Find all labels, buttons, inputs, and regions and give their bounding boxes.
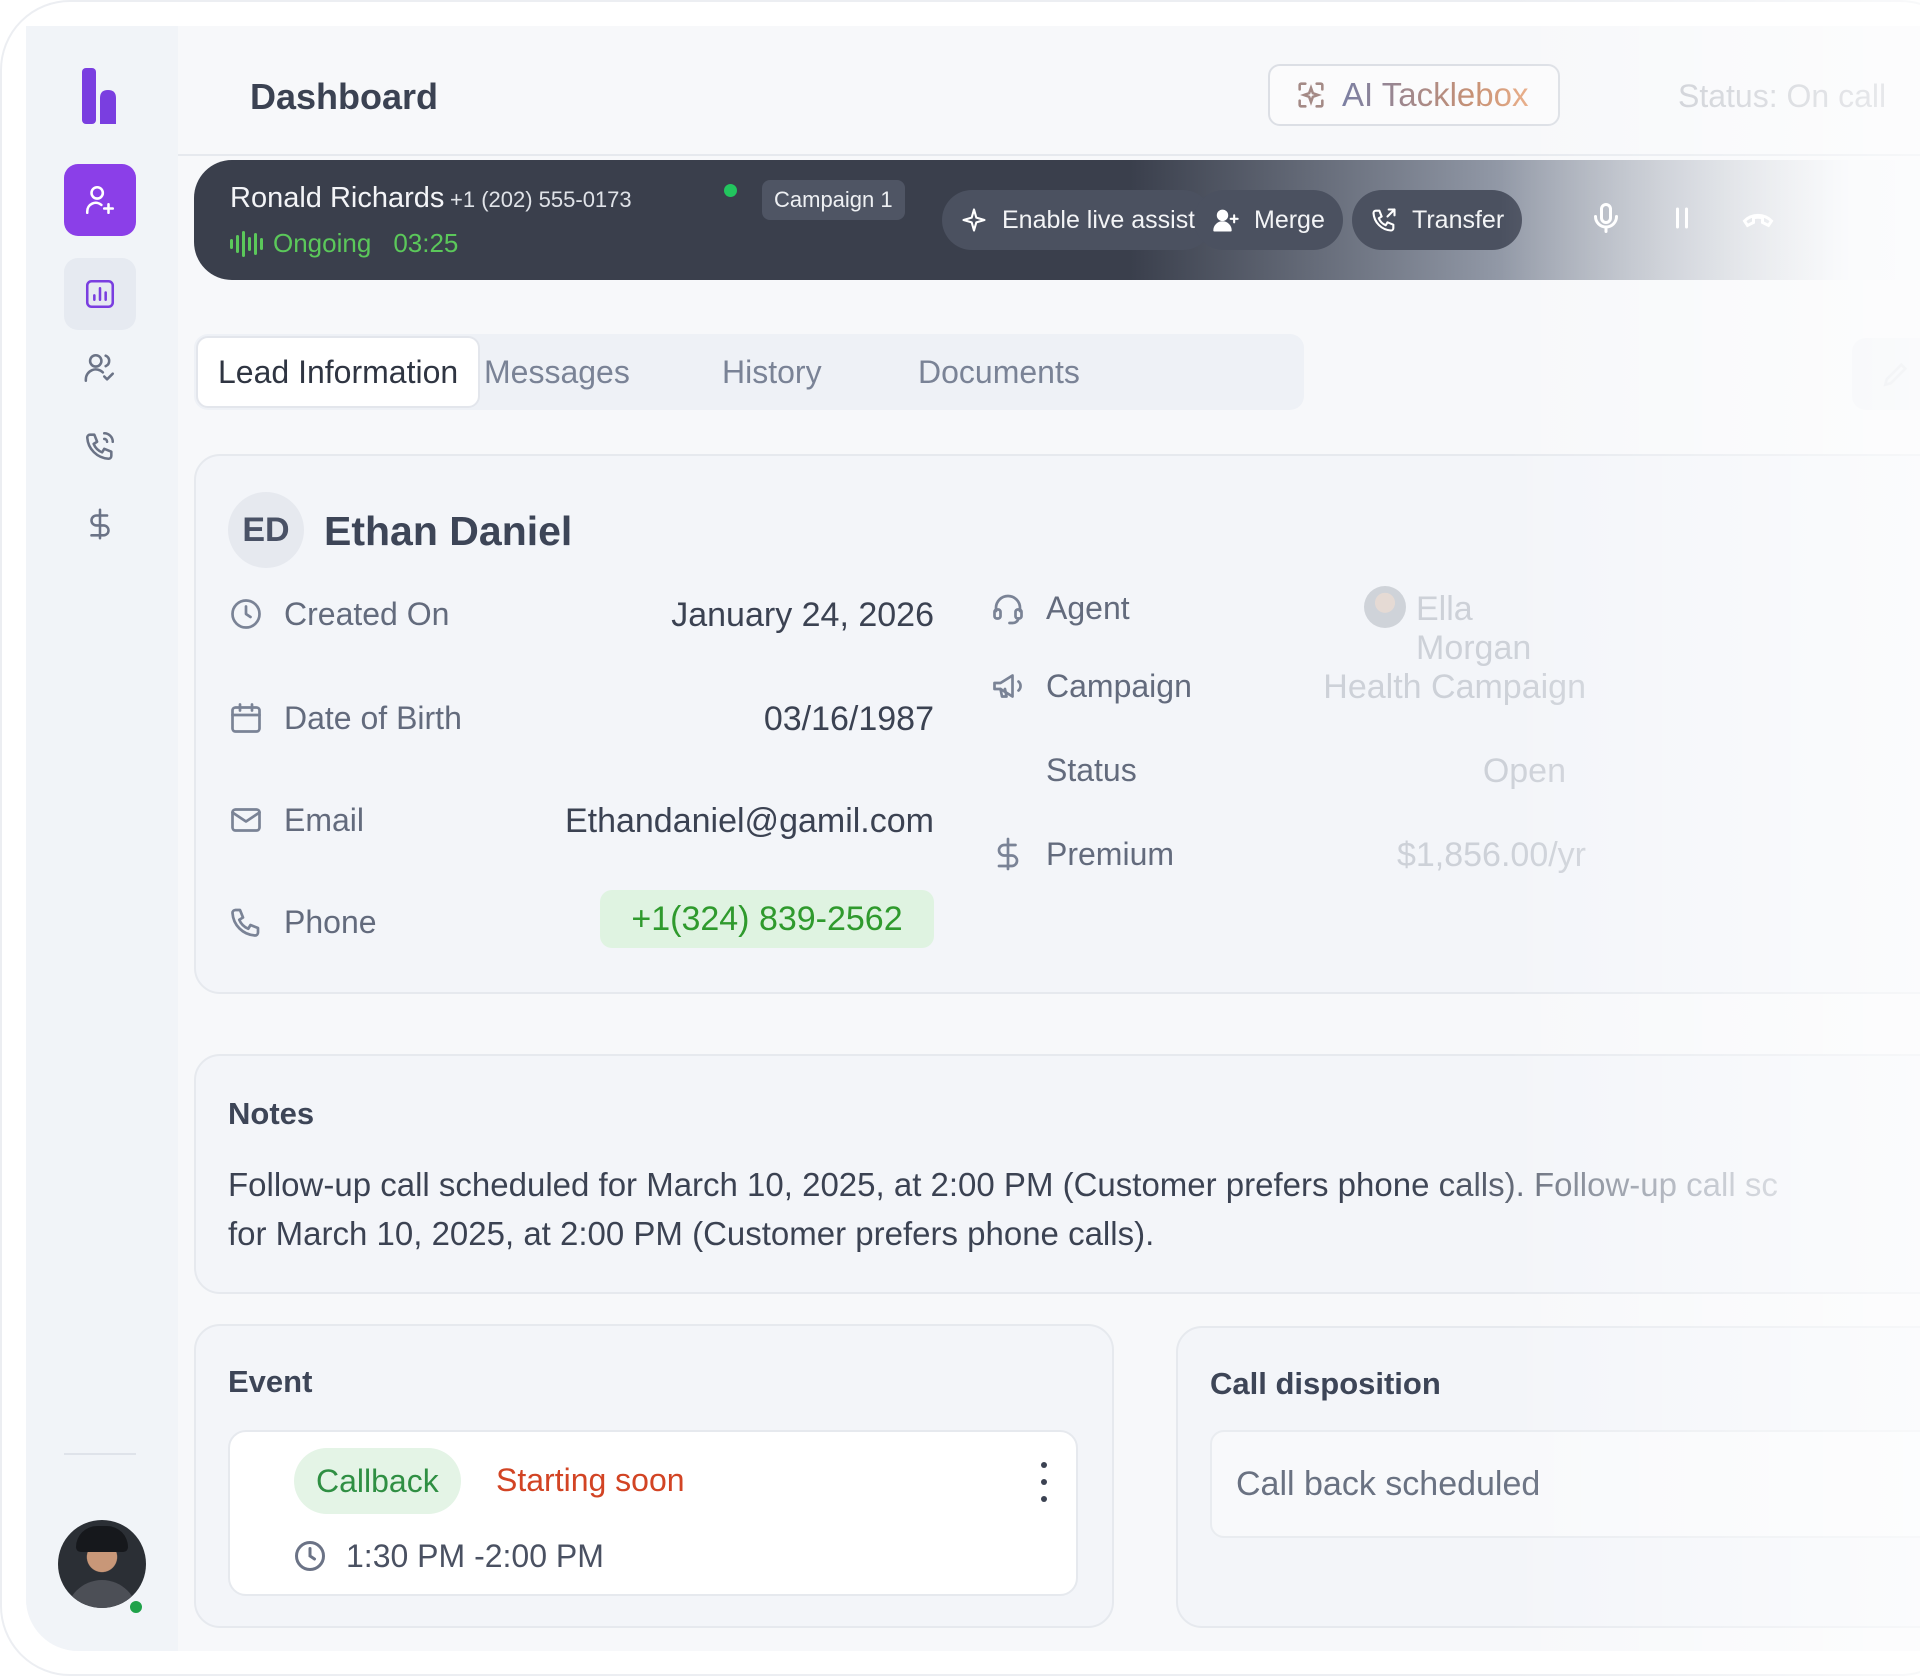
- tab-documents[interactable]: Documents: [918, 334, 1080, 410]
- audio-wave-icon: [230, 230, 263, 258]
- tab-lead-information[interactable]: Lead Information: [196, 336, 481, 408]
- notes-title: Notes: [228, 1096, 315, 1131]
- headset-icon: [990, 590, 1026, 626]
- sidebar-item-contacts[interactable]: [64, 332, 136, 404]
- agent-avatar: [1364, 586, 1406, 628]
- event-title: Event: [228, 1364, 313, 1399]
- call-disposition-title: Call disposition: [1210, 1366, 1441, 1401]
- merge-button[interactable]: Merge: [1194, 190, 1343, 250]
- clock-icon: [292, 1538, 328, 1574]
- sidebar: [26, 26, 178, 1651]
- hang-up-icon[interactable]: [1740, 200, 1776, 236]
- mail-icon: [228, 802, 264, 838]
- event-time-range: 1:30 PM -2:00 PM: [346, 1538, 604, 1574]
- call-state-label: Ongoing: [273, 228, 372, 258]
- status-label: Status: [1046, 752, 1137, 788]
- megaphone-icon: [990, 668, 1026, 704]
- lead-initials-avatar: ED: [228, 492, 304, 568]
- bar-chart-icon: [85, 279, 115, 309]
- call-status-text: Status: On call: [1678, 78, 1887, 114]
- call-timer: 03:25: [393, 228, 459, 258]
- call-disposition-select[interactable]: Call back scheduled: [1210, 1430, 1920, 1538]
- avatar-cap: [76, 1526, 128, 1552]
- users-check-icon: [84, 353, 115, 383]
- campaign-label: Campaign: [1046, 668, 1192, 704]
- edit-lead-button[interactable]: [1852, 338, 1920, 410]
- phone-ring-icon: [85, 431, 115, 461]
- lead-name: Ethan Daniel: [324, 508, 573, 554]
- campaign-chip: Campaign 1: [762, 180, 905, 220]
- app-logo[interactable]: [82, 68, 130, 124]
- phone-number-chip[interactable]: +1(324) 839-2562: [600, 890, 934, 948]
- phone-transfer-icon: [1372, 208, 1396, 232]
- call-disposition-card: Call disposition Call back scheduled: [1176, 1326, 1920, 1628]
- premium-label: Premium: [1046, 836, 1175, 872]
- event-type-badge: Callback: [294, 1448, 461, 1514]
- merge-label: Merge: [1254, 205, 1325, 234]
- email-value[interactable]: Ethandaniel@gamil.com: [434, 802, 934, 841]
- premium-dollar-icon: [990, 836, 1026, 872]
- caller-phone: +1 (202) 555-0173: [450, 187, 632, 212]
- event-item[interactable]: Callback Starting soon 1:30 PM -2:00 PM: [228, 1430, 1078, 1596]
- online-status-dot: [127, 1598, 145, 1616]
- user-avatar[interactable]: [58, 1520, 146, 1608]
- ai-sparkle-icon: [1298, 82, 1324, 108]
- dollar-icon: [90, 508, 110, 540]
- campaign-value: Health Campaign: [1323, 668, 1586, 706]
- lead-tabs: Lead Information Messages History Docume…: [194, 334, 1304, 410]
- event-status: Starting soon: [496, 1462, 685, 1498]
- sparkle-icon: [962, 208, 986, 232]
- email-label: Email: [284, 802, 365, 838]
- lead-information-card: ED Ethan Daniel Created On January 24, 2…: [194, 454, 1920, 994]
- clock-icon: [228, 596, 264, 632]
- pencil-icon: [1883, 362, 1908, 387]
- ai-tacklebox-label: AI Tacklebox: [1342, 76, 1529, 113]
- transfer-button[interactable]: Transfer: [1352, 190, 1523, 250]
- user-add-icon: [1213, 209, 1239, 232]
- tab-messages[interactable]: Messages: [484, 334, 630, 410]
- transfer-label: Transfer: [1412, 205, 1505, 234]
- ai-tacklebox-button[interactable]: AI Tacklebox: [1268, 64, 1560, 126]
- active-call-bar: Ronald Richards +1 (202) 555-0173 Campai…: [194, 160, 1920, 280]
- notes-line-2: for March 10, 2025, at 2:00 PM (Customer…: [228, 1215, 1155, 1252]
- more-options-icon[interactable]: [1032, 1462, 1056, 1502]
- tab-history[interactable]: History: [722, 334, 822, 410]
- caller-online-dot: [724, 184, 737, 197]
- agent-value: Ella Morgan: [1416, 590, 1532, 667]
- date-of-birth-value: 03/16/1987: [763, 700, 934, 738]
- notes-line-1: Follow-up call scheduled for March 10, 2…: [228, 1166, 1778, 1203]
- created-on-label: Created On: [284, 596, 450, 632]
- sidebar-item-calls[interactable]: [64, 410, 136, 482]
- call-ongoing-status: Ongoing 03:25: [230, 228, 458, 259]
- created-on-value: January 24, 2026: [671, 596, 934, 634]
- phone-icon: [228, 904, 264, 940]
- status-value: Open: [1482, 752, 1566, 790]
- premium-value: $1,856.00/yr: [1396, 836, 1586, 874]
- sidebar-item-reports[interactable]: [64, 258, 136, 330]
- sidebar-item-add-lead[interactable]: [64, 164, 136, 236]
- event-card: Event Callback Starting soon 1:30 PM -2:…: [194, 1324, 1114, 1628]
- microphone-icon[interactable]: [1588, 200, 1624, 236]
- notes-text: Follow-up call scheduled for March 10, 2…: [228, 1160, 1920, 1258]
- top-bar: Dashboard AI Tacklebox Status: On call: [178, 26, 1920, 156]
- phone-label: Phone: [284, 904, 377, 940]
- app-window: Dashboard AI Tacklebox Status: On call R…: [26, 26, 1920, 1651]
- enable-live-assist-button[interactable]: Enable live assist: [942, 190, 1214, 250]
- sidebar-item-billing[interactable]: [64, 488, 136, 560]
- user-plus-icon: [85, 185, 115, 215]
- sidebar-divider: [64, 1453, 136, 1455]
- pause-icon[interactable]: [1664, 200, 1700, 236]
- live-assist-label: Enable live assist: [1002, 205, 1196, 234]
- caller-name: Ronald Richards: [230, 182, 445, 214]
- calendar-icon: [228, 700, 264, 736]
- agent-label: Agent: [1046, 590, 1130, 626]
- page-title: Dashboard: [250, 76, 439, 117]
- notes-card: Notes Follow-up call scheduled for March…: [194, 1054, 1920, 1294]
